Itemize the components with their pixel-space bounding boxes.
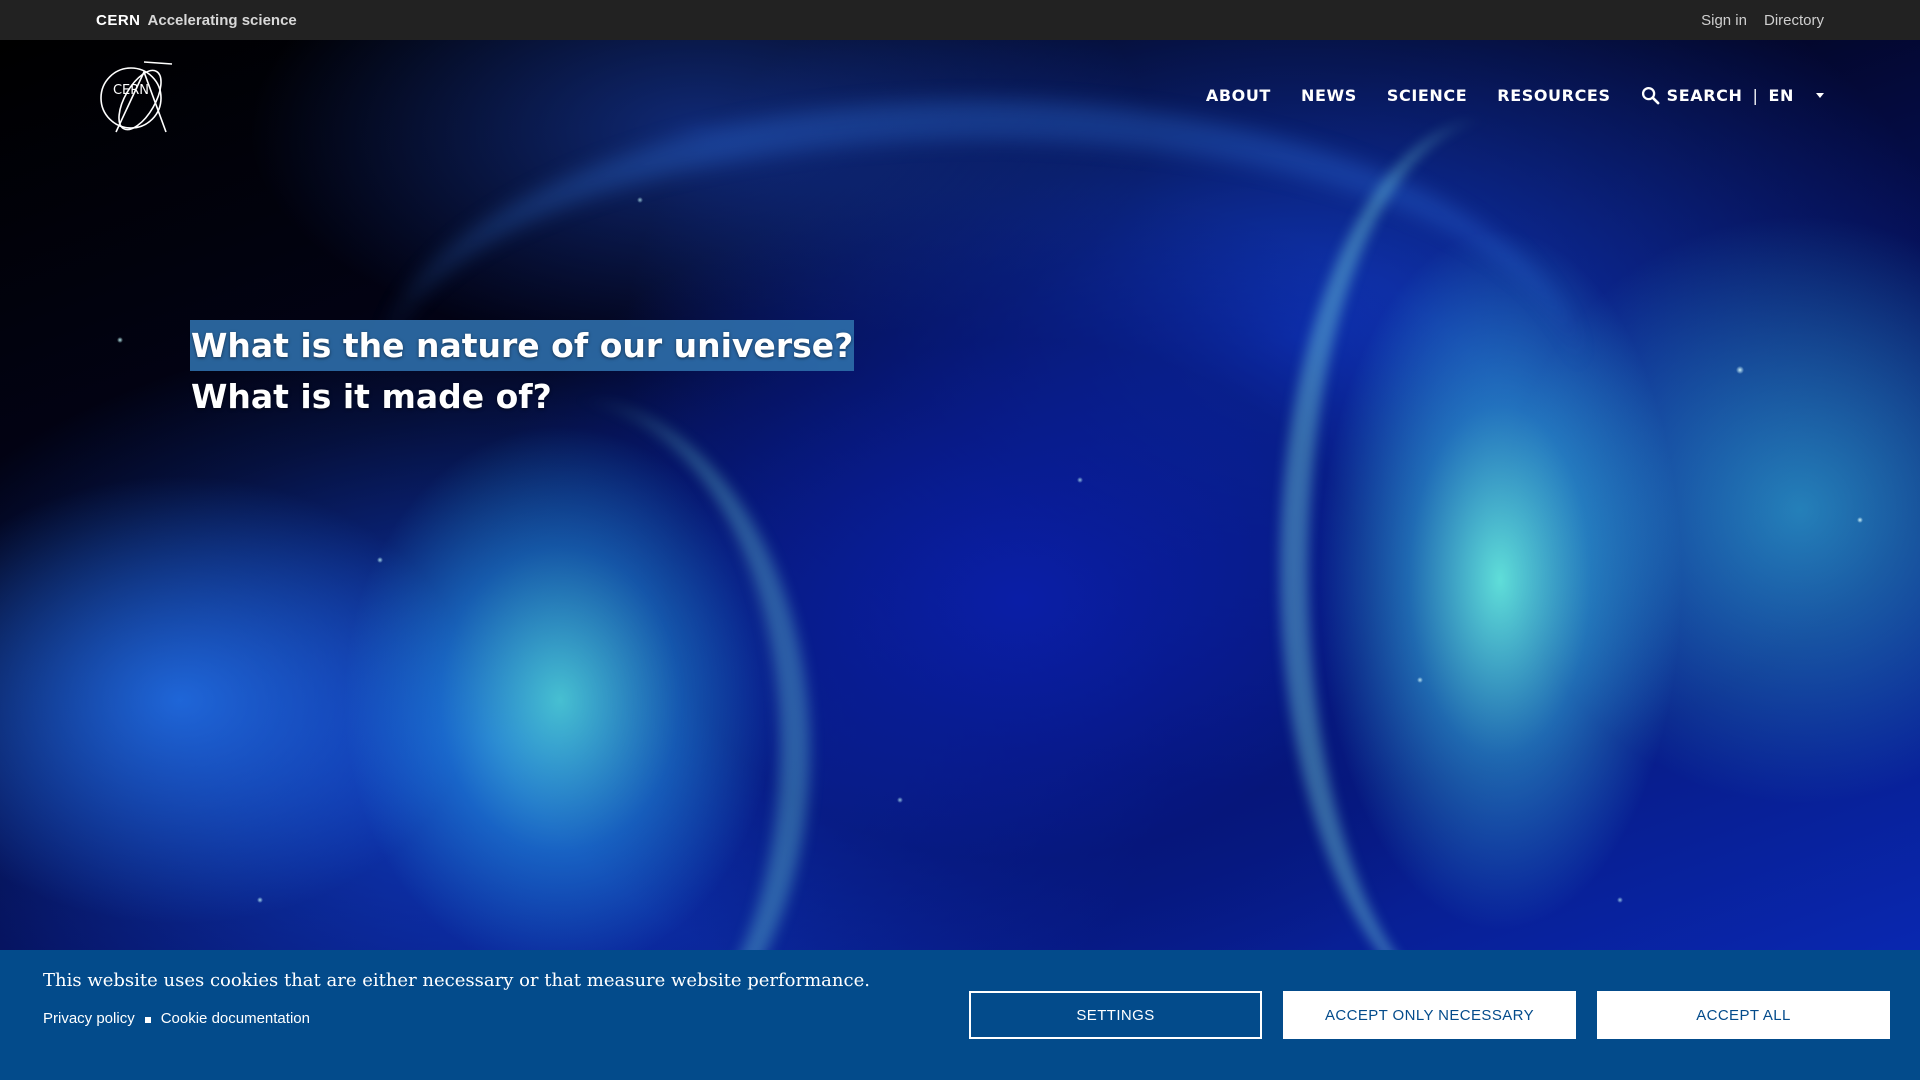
cookie-message: This website uses cookies that are eithe…	[43, 970, 870, 991]
accept-all-button[interactable]: ACCEPT ALL	[1597, 991, 1890, 1039]
cookie-buttons: SETTINGS ACCEPT ONLY NECESSARY ACCEPT AL…	[969, 991, 1890, 1039]
language-selector[interactable]: EN	[1768, 86, 1824, 105]
language-label: EN	[1768, 86, 1794, 105]
hero-headline: What is the nature of our universe? What…	[190, 320, 855, 422]
nav-item-news[interactable]: NEWS	[1301, 86, 1357, 105]
toolbar-org-name: CERN	[96, 11, 141, 29]
svg-text:CERN: CERN	[113, 83, 149, 98]
hero-headline-line-1: What is the nature of our universe?	[190, 320, 855, 371]
sign-in-link[interactable]: Sign in	[1701, 12, 1747, 29]
directory-link[interactable]: Directory	[1764, 12, 1824, 29]
nav-item-resources[interactable]: RESOURCES	[1497, 86, 1610, 105]
toolbar-tagline: Accelerating science	[147, 11, 297, 29]
search-button[interactable]: SEARCH	[1641, 86, 1743, 105]
cookie-documentation-link[interactable]: Cookie documentation	[161, 1010, 310, 1027]
caret-down-icon	[1816, 93, 1824, 98]
nav-separator: |	[1752, 86, 1759, 105]
search-label: SEARCH	[1666, 86, 1743, 105]
main-navigation: ABOUT NEWS SCIENCE RESOURCES SEARCH | EN	[1206, 86, 1824, 105]
site-header: CERN ABOUT NEWS SCIENCE RESOURCES SEARCH…	[0, 40, 1920, 160]
search-icon	[1641, 86, 1660, 105]
hero-particles	[0, 40, 1920, 1080]
toolbar-brand[interactable]: CERN Accelerating science	[96, 0, 297, 40]
cookie-links: Privacy policy Cookie documentation	[43, 1010, 310, 1027]
hero-headline-line-2: What is it made of?	[190, 371, 854, 422]
cern-logo-icon[interactable]: CERN	[96, 60, 174, 138]
nav-item-science[interactable]: SCIENCE	[1387, 86, 1467, 105]
hero-headline-line-2-text: What is it made of?	[191, 377, 552, 416]
cookie-banner: This website uses cookies that are eithe…	[0, 950, 1920, 1080]
hero-background	[0, 40, 1920, 1080]
privacy-policy-link[interactable]: Privacy policy	[43, 1010, 135, 1027]
toolbar-links: Sign in Directory	[1701, 0, 1824, 40]
hero-headline-line-1-text: What is the nature of our universe?	[190, 320, 855, 371]
cookie-settings-button[interactable]: SETTINGS	[969, 991, 1262, 1039]
top-toolbar: CERN Accelerating science Sign in Direct…	[0, 0, 1920, 40]
accept-only-necessary-button[interactable]: ACCEPT ONLY NECESSARY	[1283, 991, 1576, 1039]
nav-item-about[interactable]: ABOUT	[1206, 86, 1271, 105]
bullet-separator	[144, 1017, 151, 1023]
